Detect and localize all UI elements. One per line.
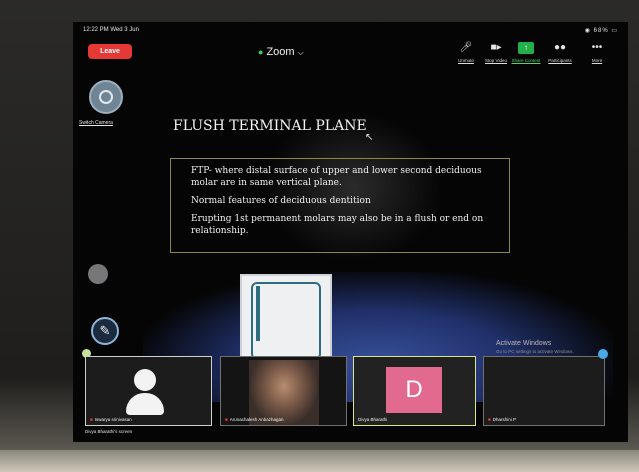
chevron-down-icon: ⌵ [297, 48, 304, 57]
expand-strip-icon[interactable] [598, 349, 608, 359]
slide-bullet: FTP- where distal surface of upper and l… [191, 166, 482, 188]
battery-level: 68% [593, 28, 609, 34]
mic-muted-icon: 🎤︎ [459, 42, 473, 53]
participant-name: Arunachalesh Anbazhagan [229, 417, 284, 422]
camera-switch-icon [99, 90, 113, 104]
share-screen-icon: ↑ [518, 42, 534, 54]
participant-name-tag: Divya Bharathi [358, 417, 387, 422]
participant-tile[interactable]: ■ Dharshini P [483, 356, 605, 426]
screen-owner-label: Divya Bharathi's screen [85, 429, 133, 434]
participant-tile[interactable]: ■ Arunachalesh Anbazhagan [220, 356, 347, 426]
meeting-title: Zoom [266, 46, 295, 58]
switch-camera-button[interactable] [89, 80, 123, 114]
annotate-pencil-button[interactable]: ✎ [91, 317, 119, 345]
status-time: 12:22 PM Wed 3 Jun [83, 27, 139, 33]
meeting-title-dropdown[interactable]: ● Zoom ⌵ [258, 46, 304, 58]
mic-muted-icon: ■ [225, 417, 228, 422]
tooth-diagram-frame [251, 282, 321, 360]
participant-name: Divya Bharathi [358, 417, 388, 422]
avatar-body [126, 393, 164, 415]
avatar [134, 369, 156, 391]
participants-icon: ●● [553, 42, 567, 53]
video-icon: ■▸ [490, 42, 502, 53]
slide-title: FLUSH TERMINAL PLANE [173, 118, 367, 134]
more-icon: ••• [591, 42, 603, 53]
participant-name-tag: ■ Dharshini P [488, 417, 516, 422]
activate-windows-title: Activate Windows [496, 340, 552, 347]
slide-bullet: Normal features of deciduous dentition [191, 196, 371, 206]
leave-button[interactable]: Leave [88, 44, 132, 59]
participant-name: Dharshini P [492, 417, 516, 422]
slide-textbox: FTP- where distal surface of upper and l… [170, 158, 510, 253]
participant-name-tag: ■ Arunachalesh Anbazhagan [225, 417, 284, 422]
battery-icon: ▭ [611, 28, 618, 34]
mic-muted-icon: ■ [488, 417, 491, 422]
more-button[interactable]: ••• More [578, 42, 616, 63]
participant-tile[interactable]: D Divya Bharathi [353, 356, 476, 426]
status-bar: 12:22 PM Wed 3 Jun ◉ 68% ▭ [73, 22, 628, 38]
zoom-screen: 12:22 PM Wed 3 Jun ◉ 68% ▭ Leave ● Zoom ⌵ … [73, 22, 628, 442]
tablet-bottom-edge [0, 450, 639, 472]
status-icons: ◉ 68% ▭ [585, 27, 618, 34]
floating-assistive-button[interactable] [88, 264, 108, 284]
switch-camera-label: Switch Camera [79, 120, 113, 126]
participants-button[interactable]: ●● Participants [541, 42, 579, 63]
pointer-cursor-icon: ↖ [365, 132, 374, 143]
participant-strip: ■ Iswarya srinivasan ■ Arunachalesh Anbazh… [82, 349, 610, 427]
share-content-button[interactable]: ↑ Share Content [507, 42, 545, 63]
participants-label: Participants [548, 58, 572, 63]
tooth-diagram-line [256, 286, 260, 341]
slide-bullet: Erupting 1st permanent molars may also b… [191, 214, 484, 236]
participant-name: Iswarya srinivasan [94, 417, 132, 422]
shield-check-icon: ● [258, 47, 264, 57]
mic-muted-icon: ■ [90, 417, 93, 422]
share-content-label: Share Content [511, 58, 541, 63]
wifi-icon: ◉ [584, 28, 591, 34]
participant-tile[interactable]: ■ Iswarya srinivasan [85, 356, 212, 426]
more-label: More [591, 58, 603, 63]
participant-name-tag: ■ Iswarya srinivasan [90, 417, 132, 422]
letter-avatar: D [386, 367, 442, 413]
